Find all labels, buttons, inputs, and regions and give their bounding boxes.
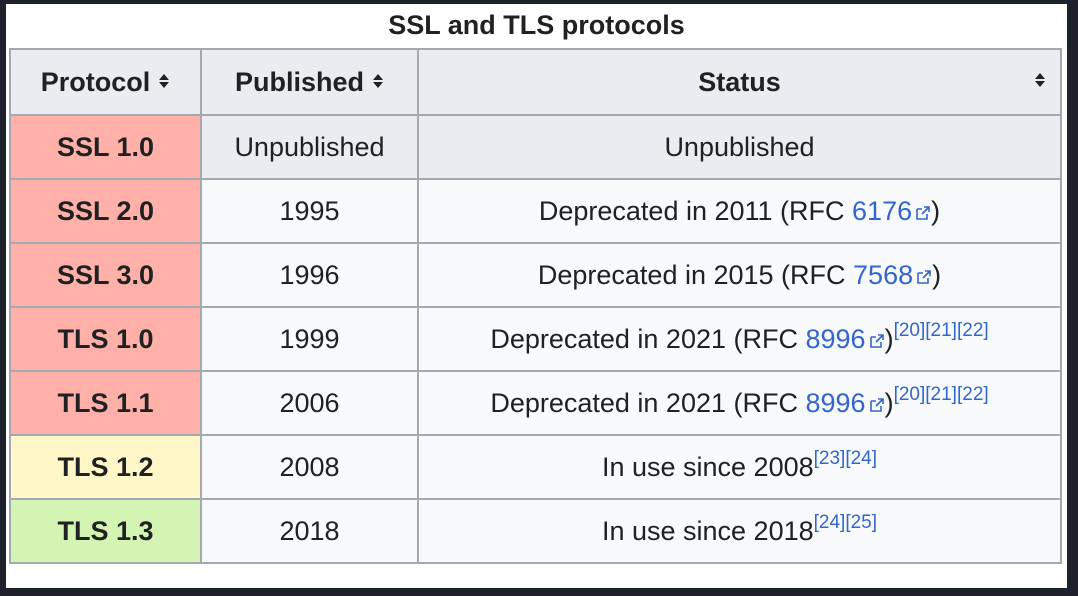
reference-link[interactable]: [23] <box>814 448 846 469</box>
sort-icon[interactable] <box>158 73 170 93</box>
table-row: TLS 1.2 2008 In use since 2008[23][24] <box>9 434 1062 500</box>
status-text: Deprecated in 2021 (RFC <box>490 387 806 418</box>
published-cell: 2018 <box>200 498 419 564</box>
published-cell: 2006 <box>200 370 419 436</box>
protocol-cell: TLS 1.1 <box>9 370 202 436</box>
protocol-cell: TLS 1.2 <box>9 434 202 500</box>
table-row: TLS 1.1 2006 Deprecated in 2021 (RFC 8996)… <box>9 370 1062 436</box>
status-suffix: ) <box>884 323 894 354</box>
reference-link[interactable]: [25] <box>845 512 877 533</box>
external-link-icon <box>917 269 931 284</box>
published-cell: 2008 <box>200 434 419 500</box>
published-cell: Unpublished <box>200 114 419 180</box>
status-cell: Deprecated in 2015 (RFC 7568) <box>417 242 1062 308</box>
table-row: TLS 1.0 1999 Deprecated in 2021 (RFC 8996)… <box>9 306 1062 372</box>
column-header-label: Published <box>234 66 364 97</box>
column-header-status[interactable]: Status <box>417 48 1062 116</box>
reference-link[interactable]: [20] <box>894 320 926 341</box>
column-header-label: Status <box>698 66 781 97</box>
status-text: Deprecated in 2021 (RFC <box>490 323 806 354</box>
table-row: SSL 2.0 1995 Deprecated in 2011 (RFC 6176) <box>9 178 1062 244</box>
header-row: Protocol Published Status <box>9 48 1062 116</box>
table-row: SSL 1.0 Unpublished Unpublished <box>9 114 1062 180</box>
status-cell: Deprecated in 2021 (RFC 8996)[20][21][22… <box>417 370 1062 436</box>
reference-link[interactable]: [24] <box>845 448 877 469</box>
status-text: Deprecated in 2011 (RFC <box>538 195 853 226</box>
column-header-published[interactable]: Published <box>200 48 419 116</box>
status-cell: In use since 2008[23][24] <box>417 434 1062 500</box>
rfc-link[interactable]: 6176 <box>852 196 931 226</box>
table-panel: SSL and TLS protocols Protocol Published… <box>6 4 1067 588</box>
sort-icon[interactable] <box>372 73 384 93</box>
status-cell: Deprecated in 2011 (RFC 6176) <box>417 178 1062 244</box>
external-link-icon <box>869 333 884 348</box>
external-link-icon <box>916 205 930 220</box>
references: [20][21][22] <box>894 384 989 405</box>
protocol-cell: TLS 1.3 <box>9 498 202 564</box>
reference-link[interactable]: [22] <box>957 384 989 405</box>
protocol-cell: SSL 3.0 <box>9 242 202 308</box>
status-text: In use since 2018 <box>601 515 814 546</box>
protocol-cell: TLS 1.0 <box>9 306 202 372</box>
ssl-tls-table: Protocol Published Status SSL 1.0 Unpubli… <box>9 48 1062 564</box>
status-cell: Deprecated in 2021 (RFC 8996)[20][21][22… <box>417 306 1062 372</box>
reference-link[interactable]: [21] <box>925 384 957 405</box>
status-text: Unpublished <box>664 131 815 162</box>
status-text: In use since 2008 <box>601 451 814 482</box>
table-body: SSL 1.0 Unpublished Unpublished SSL 2.0 1995… <box>9 114 1062 564</box>
status-suffix: ) <box>931 195 941 226</box>
protocol-cell: SSL 1.0 <box>9 114 202 180</box>
rfc-link[interactable]: 7568 <box>853 260 932 290</box>
table-row: TLS 1.3 2018 In use since 2018[24][25] <box>9 498 1062 564</box>
reference-link[interactable]: [24] <box>814 512 846 533</box>
published-cell: 1995 <box>200 178 419 244</box>
table-row: SSL 3.0 1996 Deprecated in 2015 (RFC 7568) <box>9 242 1062 308</box>
references: [24][25] <box>814 512 877 533</box>
status-cell: In use since 2018[24][25] <box>417 498 1062 564</box>
table-caption: SSL and TLS protocols <box>388 10 685 40</box>
external-link-icon <box>869 397 884 412</box>
status-suffix: ) <box>884 387 894 418</box>
published-cell: 1996 <box>200 242 419 308</box>
status-suffix: ) <box>932 259 942 290</box>
published-cell: 1999 <box>200 306 419 372</box>
column-header-label: Protocol <box>40 66 151 97</box>
references: [20][21][22] <box>894 320 989 341</box>
rfc-link[interactable]: 8996 <box>805 388 884 418</box>
reference-link[interactable]: [22] <box>957 320 989 341</box>
sort-icon[interactable] <box>1034 72 1046 93</box>
column-header-protocol[interactable]: Protocol <box>9 48 202 116</box>
reference-link[interactable]: [21] <box>925 320 957 341</box>
status-text: Deprecated in 2015 (RFC <box>537 259 854 290</box>
references: [23][24] <box>814 448 877 469</box>
status-cell: Unpublished <box>417 114 1062 180</box>
rfc-link[interactable]: 8996 <box>805 324 884 354</box>
protocol-cell: SSL 2.0 <box>9 178 202 244</box>
reference-link[interactable]: [20] <box>894 384 926 405</box>
